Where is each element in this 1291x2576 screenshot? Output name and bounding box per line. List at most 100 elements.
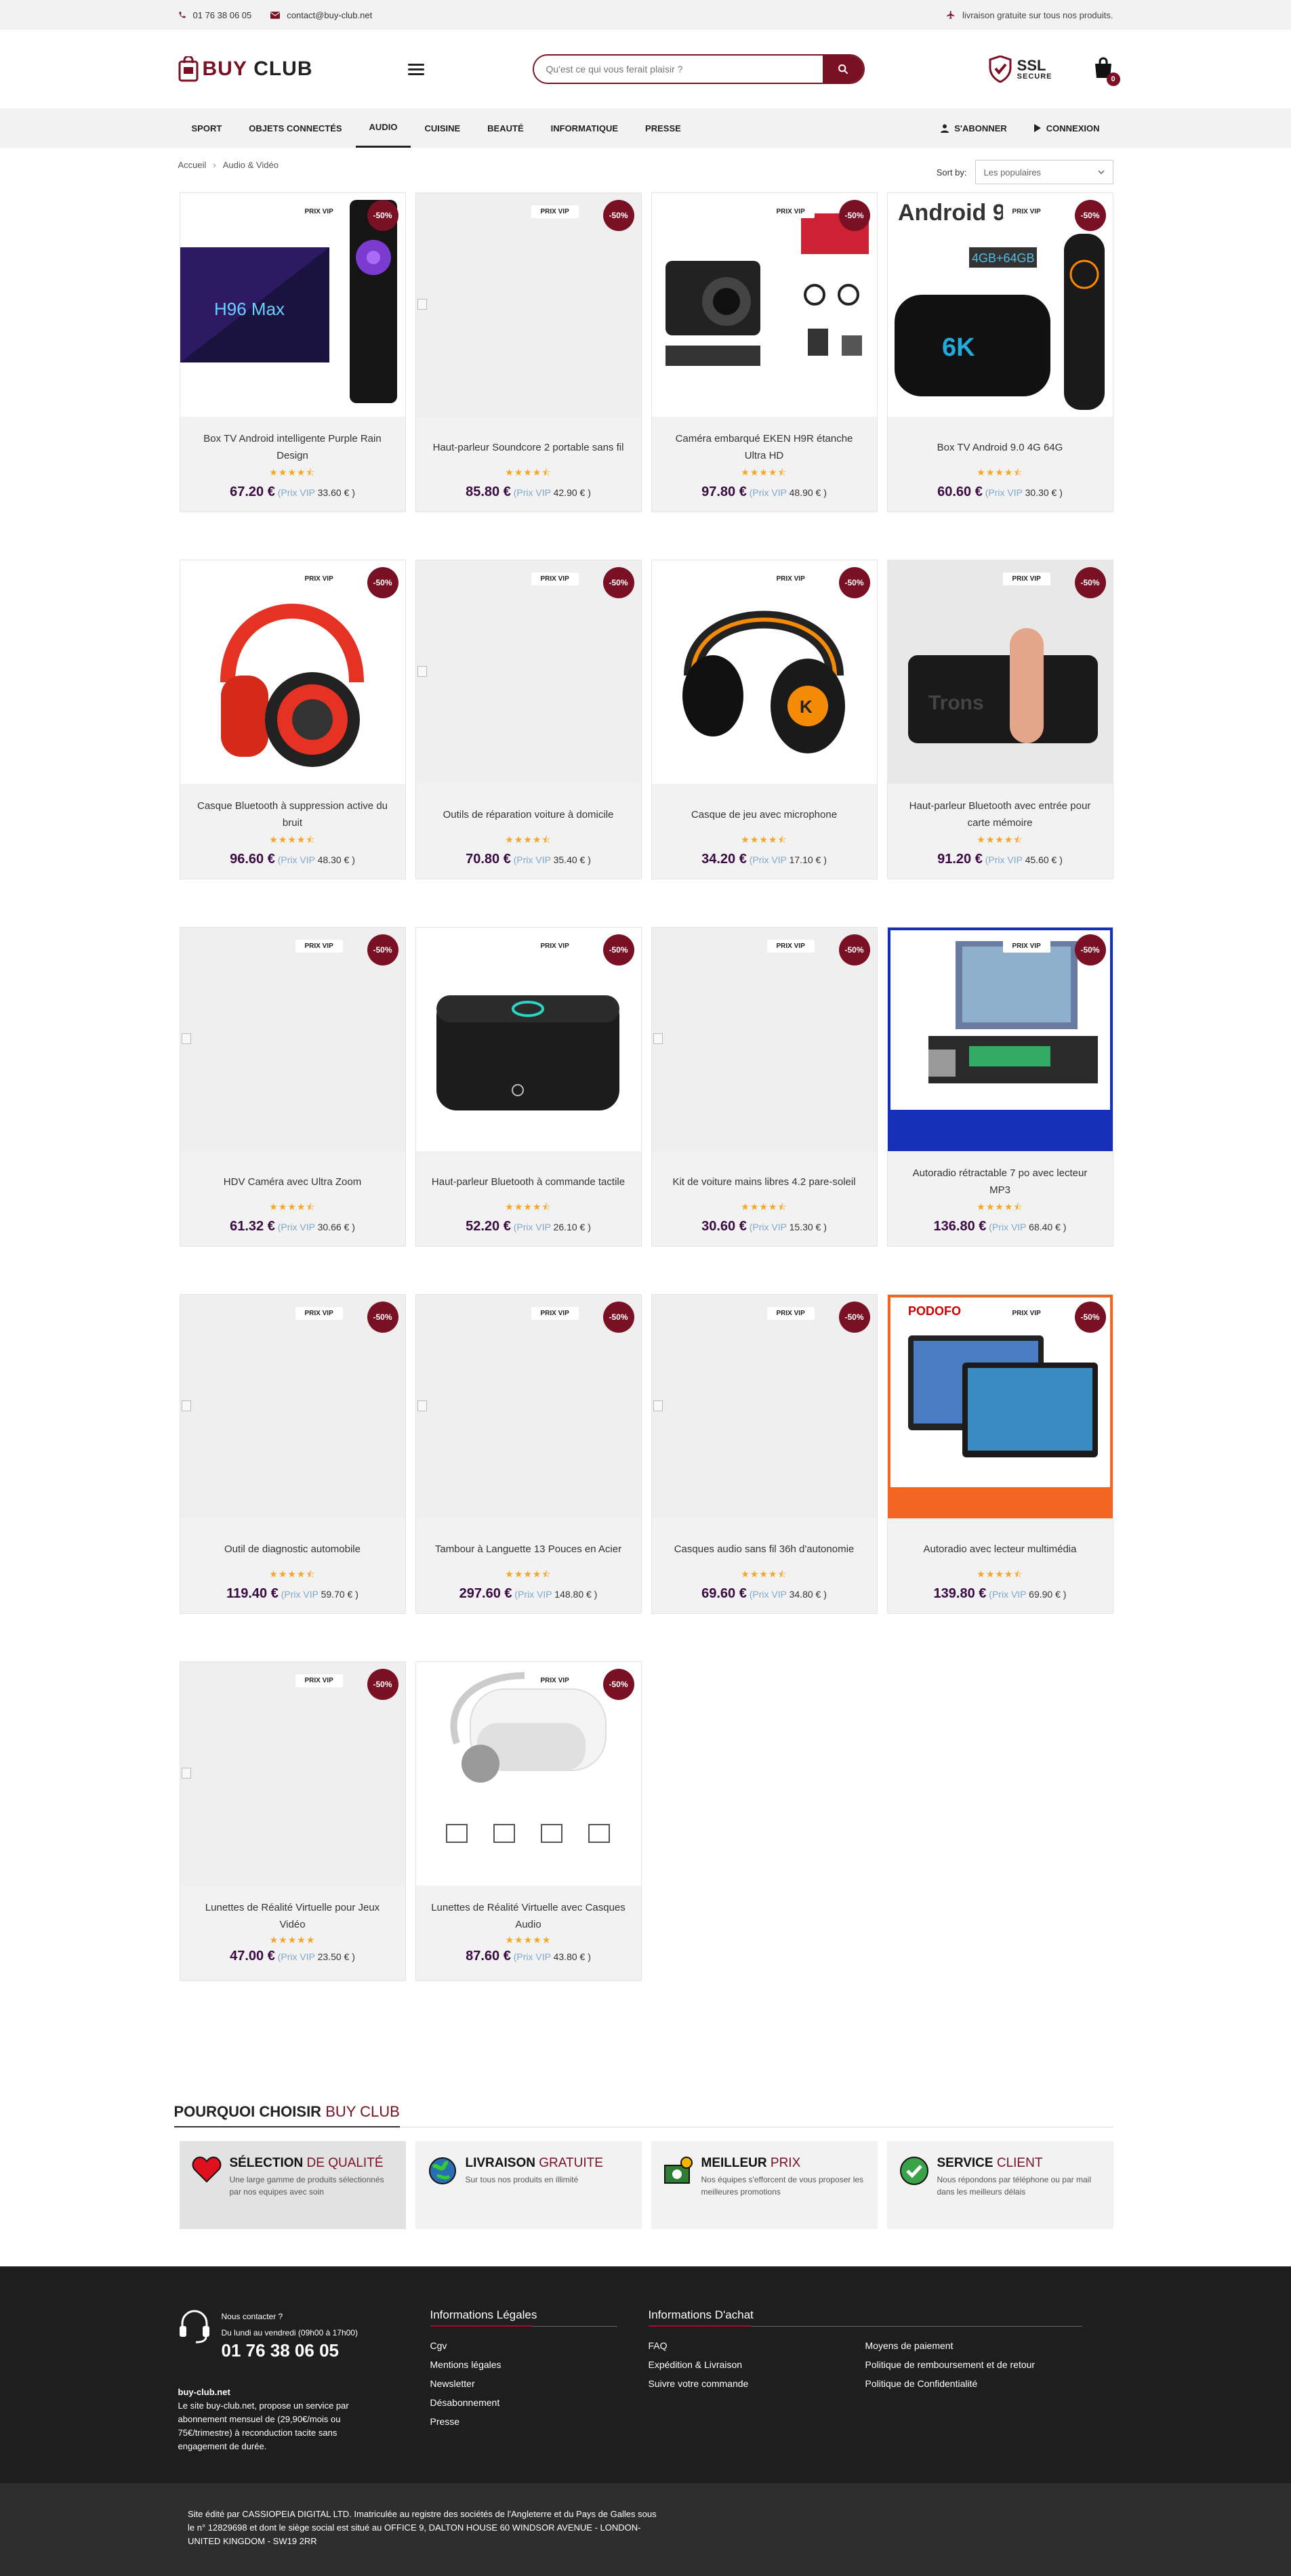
product-image[interactable]: H96 Max PRIX VIP -50%: [180, 193, 405, 417]
footer-link[interactable]: Expédition & Livraison: [649, 2355, 865, 2374]
vip-price-close: ): [352, 854, 355, 865]
vip-badge: PRIX VIP: [1002, 573, 1050, 585]
product-card[interactable]: PRIX VIP -50% Outils de réparation voiture…: [415, 560, 642, 879]
footer-purchase-links-2: Moyens de paiement Politique de rembourse…: [865, 2336, 1082, 2393]
product-name[interactable]: Box TV Android 9.0 4G 64G: [901, 430, 1099, 464]
product-card[interactable]: PRIX VIP -50% Kit de voiture mains libres …: [651, 927, 878, 1247]
phone-icon: [179, 12, 185, 18]
footer-link[interactable]: Mentions légales: [430, 2355, 649, 2374]
product-name[interactable]: Autoradio rétractable 7 po avec lecteur …: [901, 1165, 1099, 1199]
discount-badge: -50%: [602, 1302, 634, 1333]
product-image[interactable]: PRIX VIP -50%: [180, 928, 405, 1151]
product-card[interactable]: H96 Max PRIX VIP -50% Box TV Android intell…: [179, 192, 406, 512]
nav-item-2[interactable]: AUDIO: [355, 108, 411, 148]
sort-select[interactable]: Les populaires: [975, 160, 1113, 184]
nav-item-5[interactable]: INFORMATIQUE: [537, 108, 632, 148]
sort-value: Les populaires: [983, 167, 1042, 178]
nav-item-0[interactable]: SPORT: [178, 108, 236, 148]
rating-stars: ★★★★⯪: [269, 834, 316, 845]
product-card[interactable]: Trons PRIX VIP -50% Haut-parleur Bluetooth …: [886, 560, 1113, 879]
product-card[interactable]: K PRIX VIP -50% Casque de jeu avec micropho…: [651, 560, 878, 879]
vip-price-close: ): [588, 1951, 591, 1962]
site-logo[interactable]: BUY CLUB: [178, 56, 313, 82]
footer-about-title: buy-club.net: [178, 2387, 230, 2397]
nav-item-4[interactable]: BEAUTÉ: [474, 108, 537, 148]
footer-link[interactable]: Newsletter: [430, 2374, 649, 2393]
product-name[interactable]: Haut-parleur Bluetooth à commande tactil…: [430, 1165, 628, 1199]
product-card[interactable]: PRIX VIP -50% Haut-parleur Soundcore 2 por…: [415, 192, 642, 512]
product-card[interactable]: PRIX VIP -50% Casques audio sans fil 36h d…: [651, 1294, 878, 1614]
why-title-part1: POURQUOI CHOISIR: [173, 2103, 322, 2120]
product-card[interactable]: PRIX VIP -50% Casque Bluetooth à suppressi…: [179, 560, 406, 879]
footer-link[interactable]: Désabonnement: [430, 2393, 649, 2412]
footer-link[interactable]: Cgv: [430, 2336, 649, 2355]
product-image[interactable]: PRIX VIP -50%: [180, 1662, 405, 1886]
product-name[interactable]: Outils de réparation voiture à domicile: [430, 797, 628, 831]
footer-link[interactable]: Moyens de paiement: [865, 2336, 1082, 2355]
product-name[interactable]: Haut-parleur Bluetooth avec entrée pour …: [901, 797, 1099, 831]
nav-item-6[interactable]: PRESSE: [632, 108, 695, 148]
product-image[interactable]: PRIX VIP -50%: [180, 1295, 405, 1518]
product-name[interactable]: Kit de voiture mains libres 4.2 pare-sol…: [665, 1165, 863, 1199]
product-image[interactable]: K PRIX VIP -50%: [651, 560, 877, 784]
product-image[interactable]: Android 9 4GB+64GB 6K PRIX VIP -50%: [887, 193, 1113, 417]
topbar-email[interactable]: contact@buy-club.net: [270, 10, 372, 20]
product-name[interactable]: Tambour à Languette 13 Pouces en Acier: [430, 1532, 628, 1566]
product-card[interactable]: PRIX VIP -50% Tambour à Languette 13 Pouce…: [415, 1294, 642, 1614]
product-name[interactable]: Casque Bluetooth à suppression active du…: [194, 797, 392, 831]
product-name[interactable]: Caméra embarqué EKEN H9R étanche Ultra H…: [665, 430, 863, 464]
product-name[interactable]: Casques audio sans fil 36h d'autonomie: [665, 1532, 863, 1566]
product-image[interactable]: PRIX VIP -50%: [415, 560, 641, 784]
product-image[interactable]: PRIX VIP -50%: [651, 1295, 877, 1518]
product-image[interactable]: PRIX VIP -50%: [180, 560, 405, 784]
product-image[interactable]: PODOFO PRIX VIP -50%: [887, 1295, 1113, 1518]
discount-badge: -50%: [602, 200, 634, 231]
product-image[interactable]: PRIX VIP -50%: [651, 928, 877, 1151]
product-card[interactable]: PRIX VIP -50% Haut-parleur Bluetooth à com…: [415, 927, 642, 1247]
footer-link[interactable]: Politique de remboursement et de retour: [865, 2355, 1082, 2374]
menu-burger-icon[interactable]: [407, 61, 424, 78]
nav-item-1[interactable]: OBJETS CONNECTÉS: [235, 108, 355, 148]
footer-link[interactable]: FAQ: [649, 2336, 865, 2355]
product-name[interactable]: Haut-parleur Soundcore 2 portable sans f…: [430, 430, 628, 464]
cart-button[interactable]: 0: [1093, 57, 1120, 86]
product-name[interactable]: Outil de diagnostic automobile: [194, 1532, 392, 1566]
why-box-text: Une large gamme de produits sélectionnés…: [229, 2175, 384, 2197]
footer-link[interactable]: Politique de Confidentialité: [865, 2374, 1082, 2393]
product-image[interactable]: PRIX VIP -50%: [887, 928, 1113, 1151]
product-name[interactable]: Lunettes de Réalité Virtuelle pour Jeux …: [194, 1899, 392, 1933]
product-image[interactable]: PRIX VIP -50%: [415, 928, 641, 1151]
footer-link[interactable]: Suivre votre commande: [649, 2374, 865, 2393]
search-button[interactable]: [822, 56, 863, 83]
footer-phone[interactable]: 01 76 38 06 05: [222, 2342, 358, 2359]
product-name[interactable]: Autoradio avec lecteur multimédia: [901, 1532, 1099, 1566]
search-input[interactable]: [533, 56, 823, 83]
product-name[interactable]: Box TV Android intelligente Purple Rain …: [194, 430, 392, 464]
nav-item-3[interactable]: CUISINE: [411, 108, 474, 148]
product-card[interactable]: PRIX VIP -50% Lunettes de Réalité Virtuell…: [415, 1661, 642, 1981]
product-name[interactable]: HDV Caméra avec Ultra Zoom: [194, 1165, 392, 1199]
product-card[interactable]: PODOFO PRIX VIP -50% Autoradio avec lecteur…: [886, 1294, 1113, 1614]
product-image[interactable]: PRIX VIP -50%: [415, 1295, 641, 1518]
shield-icon: [989, 56, 1012, 83]
product-image[interactable]: Trons PRIX VIP -50%: [887, 560, 1113, 784]
product-card[interactable]: PRIX VIP -50% Autoradio rétractable 7 po a…: [886, 927, 1113, 1247]
product-name[interactable]: Lunettes de Réalité Virtuelle avec Casqu…: [430, 1899, 628, 1933]
speaker2-icon: [436, 995, 619, 1110]
why-box: MEILLEUR PRIX Nos équipes s'efforcent de …: [651, 2141, 878, 2229]
product-image[interactable]: PRIX VIP -50%: [415, 193, 641, 417]
breadcrumb-home[interactable]: Accueil: [178, 160, 207, 170]
product-card[interactable]: PRIX VIP -50% Lunettes de Réalité Virtuell…: [179, 1661, 406, 1981]
product-card[interactable]: Android 9 4GB+64GB 6K PRIX VIP -50% Box TV An…: [886, 192, 1113, 512]
footer-link[interactable]: Presse: [430, 2412, 649, 2431]
product-card[interactable]: PRIX VIP -50% Outil de diagnostic automobi…: [179, 1294, 406, 1614]
product-card[interactable]: PRIX VIP -50% Caméra embarqué EKEN H9R éta…: [651, 192, 878, 512]
product-name[interactable]: Casque de jeu avec microphone: [665, 797, 863, 831]
product-image[interactable]: PRIX VIP -50%: [651, 193, 877, 417]
topbar-phone[interactable]: 01 76 38 06 05: [178, 10, 251, 20]
subscribe-link[interactable]: S'ABONNER: [927, 108, 1021, 148]
ssl-label: SSL: [1017, 56, 1046, 74]
login-link[interactable]: CONNEXION: [1021, 108, 1113, 148]
product-card[interactable]: PRIX VIP -50% HDV Caméra avec Ultra Zoom ★★…: [179, 927, 406, 1247]
product-image[interactable]: PRIX VIP -50%: [415, 1662, 641, 1886]
